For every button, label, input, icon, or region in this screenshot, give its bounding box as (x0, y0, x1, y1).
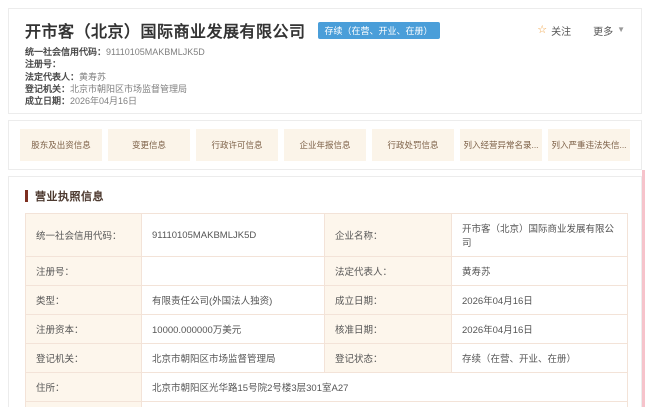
more-button[interactable]: 更多 ▼ (593, 23, 625, 38)
summary-label: 注册号： (25, 59, 61, 69)
section-accent-bar (25, 190, 28, 202)
address-value-cell: 北京市朝阳区光华路15号院2号楼3层301室A27 (142, 373, 628, 402)
label-cell: 核准日期： (325, 315, 452, 344)
page-title: 开市客（北京）国际商业发展有限公司 (25, 18, 306, 42)
value-cell (142, 257, 325, 286)
label-cell: 法定代表人： (325, 257, 452, 286)
value-cell: 北京市朝阳区市场监督管理局 (142, 344, 325, 373)
label-cell (26, 402, 142, 407)
summary-row-credit-code: 统一社会信用代码：91110105MAKBMLJK5D (25, 46, 625, 58)
table-row: 统一社会信用代码： 91110105MAKBMLJK5D 企业名称： 开市客（北… (26, 214, 628, 257)
summary-value: 北京市朝阳区市场监督管理局 (70, 84, 187, 94)
summary-value: 2026年04月16日 (70, 96, 137, 106)
tab-abnormal-operation[interactable]: 列入经营异常名录... (460, 129, 542, 161)
table-row: 注册号： 法定代表人： 黄寿苏 (26, 257, 628, 286)
summary-row-authority: 登记机关：北京市朝阳区市场监督管理局 (25, 83, 625, 95)
summary-label: 登记机关： (25, 84, 70, 94)
label-cell: 住所： (26, 373, 142, 402)
value-cell: 2026年04月16日 (452, 315, 628, 344)
label-cell: 登记状态： (325, 344, 452, 373)
label-cell: 注册资本： (26, 315, 142, 344)
chevron-down-icon: ▼ (617, 26, 625, 34)
section-header: 营业执照信息 (25, 188, 625, 204)
summary-row-reg-number: 注册号： (25, 58, 625, 70)
summary-row-founded-date: 成立日期：2026年04月16日 (25, 95, 625, 107)
table-row-address: 住所： 北京市朝阳区光华路15号院2号楼3层301室A27 (26, 373, 628, 402)
follow-label: 关注 (551, 23, 571, 38)
tab-annual-report[interactable]: 企业年报信息 (284, 129, 366, 161)
label-cell: 成立日期： (325, 286, 452, 315)
label-cell: 注册号： (26, 257, 142, 286)
table-row: 登记机关： 北京市朝阳区市场监督管理局 登记状态： 存续（在营、开业、在册） (26, 344, 628, 373)
summary-label: 法定代表人： (25, 72, 79, 82)
info-tab-strip: 股东及出资信息 变更信息 行政许可信息 企业年报信息 行政处罚信息 列入经营异常… (8, 120, 642, 170)
summary-row-legal-rep: 法定代表人：黄寿苏 (25, 71, 625, 83)
star-icon: ☆ (537, 25, 547, 36)
title-row: 开市客（北京）国际商业发展有限公司 存续（在营、开业、在册） ☆ 关注 更多 ▼ (25, 18, 625, 42)
table-row-business-scope: 一般项目：日用百货销售；普通货物仓储服务（不含危险化学品等需许可审批的项目）；低… (26, 402, 628, 407)
label-cell: 登记机关： (26, 344, 142, 373)
value-cell: 91110105MAKBMLJK5D (142, 214, 325, 257)
business-scope-text: 一般项目：日用百货销售；普通货物仓储服务（不含危险化学品等需许可审批的项目）；低… (142, 402, 628, 407)
tab-shareholders[interactable]: 股东及出资信息 (20, 129, 102, 161)
header-actions: ☆ 关注 更多 ▼ (537, 23, 625, 38)
company-header-card: 开市客（北京）国际商业发展有限公司 存续（在营、开业、在册） ☆ 关注 更多 ▼… (8, 8, 642, 114)
status-badge: 存续（在营、开业、在册） (318, 22, 440, 39)
company-summary: 统一社会信用代码：91110105MAKBMLJK5D 注册号： 法定代表人：黄… (25, 46, 625, 107)
tab-admin-penalty[interactable]: 行政处罚信息 (372, 129, 454, 161)
label-cell: 企业名称： (325, 214, 452, 257)
value-cell: 2026年04月16日 (452, 286, 628, 315)
value-cell: 黄寿苏 (452, 257, 628, 286)
value-cell: 有限责任公司(外国法人独资) (142, 286, 325, 315)
more-label: 更多 (593, 23, 613, 38)
value-cell: 存续（在营、开业、在册） (452, 344, 628, 373)
label-cell: 类型： (26, 286, 142, 315)
value-cell: 开市客（北京）国际商业发展有限公司 (452, 214, 628, 257)
scrollbar[interactable] (642, 170, 645, 407)
section-title: 营业执照信息 (35, 188, 104, 204)
license-table: 统一社会信用代码： 91110105MAKBMLJK5D 企业名称： 开市客（北… (25, 213, 628, 407)
summary-label: 统一社会信用代码： (25, 47, 106, 57)
tab-serious-violation[interactable]: 列入严重违法失信... (548, 129, 630, 161)
value-cell: 10000.000000万美元 (142, 315, 325, 344)
tab-admin-license[interactable]: 行政许可信息 (196, 129, 278, 161)
tab-changes[interactable]: 变更信息 (108, 129, 190, 161)
summary-value: 91110105MAKBMLJK5D (106, 47, 205, 57)
business-license-section: 营业执照信息 统一社会信用代码： 91110105MAKBMLJK5D 企业名称… (8, 176, 642, 407)
table-row: 注册资本： 10000.000000万美元 核准日期： 2026年04月16日 (26, 315, 628, 344)
follow-button[interactable]: ☆ 关注 (537, 23, 571, 38)
summary-label: 成立日期： (25, 96, 70, 106)
label-cell: 统一社会信用代码： (26, 214, 142, 257)
summary-value: 黄寿苏 (79, 72, 106, 82)
table-row: 类型： 有限责任公司(外国法人独资) 成立日期： 2026年04月16日 (26, 286, 628, 315)
